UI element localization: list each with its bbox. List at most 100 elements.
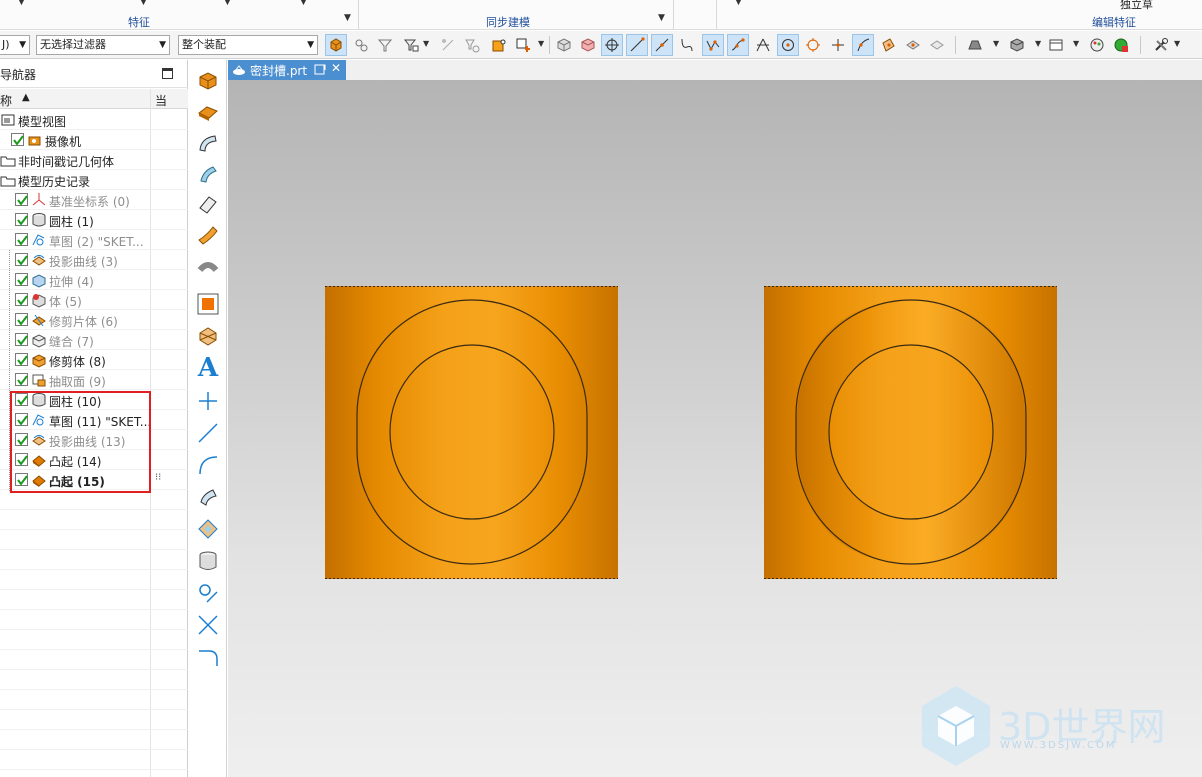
watermark-cube-logo [922,686,990,766]
display-part-button[interactable] [1086,34,1108,56]
origin-filter-icon [465,39,480,53]
checkmark-icon [17,275,28,286]
snap-face-button[interactable] [926,34,948,56]
snap-point-button[interactable] [488,34,510,56]
visibility-checkbox[interactable] [15,193,28,206]
palette-cylinder-button[interactable] [194,547,222,575]
palette-point-button[interactable] [194,387,222,415]
palette-circle-line-button[interactable] [194,579,222,607]
point-on-face-button[interactable] [512,34,534,56]
tree-node[interactable]: 投影曲线 (3) [0,250,188,270]
visibility-checkbox[interactable] [15,313,28,326]
layer-settings-button[interactable] [1110,34,1132,56]
tree-node-label: 模型历史记录 [18,175,91,189]
view-orientation-button[interactable] [1006,34,1028,56]
visibility-checkbox[interactable] [11,133,24,146]
palette-block-button[interactable] [194,67,222,95]
filter-button[interactable] [374,34,396,56]
select-feature-button[interactable] [325,34,347,56]
snap-polyline-button[interactable] [702,34,724,56]
lattice-icon [199,327,217,346]
column-name-header[interactable]: 称 [0,92,12,109]
palette-rectangle-button[interactable] [194,290,222,318]
tree-node[interactable]: 修剪片体 (6) [0,310,188,330]
snap-endpoint-button[interactable] [601,34,623,56]
visibility-checkbox[interactable] [15,293,28,306]
snap-arc-center-button[interactable] [777,34,799,56]
visibility-checkbox[interactable] [15,233,28,246]
show-solid-button[interactable] [553,34,575,56]
tree-node[interactable]: 草图 (2) "SKET... [0,230,188,250]
seal-part-right[interactable] [764,286,1057,579]
snap-intersection-button[interactable] [752,34,774,56]
ruled-surface-icon [199,196,217,214]
fillet-icon [199,650,218,666]
visibility-checkbox[interactable] [15,213,28,226]
document-tab[interactable]: 密封槽.prt ✕ [228,60,346,80]
empty-row [0,630,188,650]
snap-quadrant-button[interactable] [802,34,824,56]
palette-pipe-button[interactable] [194,253,222,281]
palette-cross-button[interactable] [194,611,222,639]
palette-arc-button[interactable] [194,451,222,479]
palette-tube-button[interactable] [194,160,222,188]
seal-groove-outline-left [325,286,618,579]
tree-node[interactable]: 抽取面 (9) [0,370,188,390]
tree-node[interactable]: 基准坐标系 (0) [0,190,188,210]
palette-lattice-button[interactable] [194,322,222,350]
deselect-button[interactable] [437,34,459,56]
palette-extrude-button[interactable] [194,98,222,126]
maximize-icon[interactable] [162,68,173,79]
close-tab-button[interactable]: ✕ [331,61,341,75]
snap-existing-point-button[interactable] [827,34,849,56]
show-wire-button[interactable] [577,34,599,56]
render-style-button[interactable] [964,34,986,56]
tree-node[interactable]: 模型历史记录 [0,170,188,190]
palette-surface-button[interactable] [194,515,222,543]
snap-bounded-grid-button[interactable] [902,34,924,56]
tree-node[interactable]: 拉伸 (4) [0,270,188,290]
tree-node[interactable]: 非时间戳记几何体 [0,150,188,170]
tree-node[interactable]: 圆柱 (1) [0,210,188,230]
tree-node[interactable]: 修剪体 (8) [0,350,188,370]
selection-filter-button[interactable] [400,34,422,56]
watermark-url: WWW.3DSJW.COM [1000,740,1117,751]
palette-through-curves-button[interactable] [194,222,222,250]
column-current-header[interactable]: 当 [155,92,167,109]
tools-button[interactable] [1150,34,1172,56]
palette-text-button[interactable]: A [194,353,222,383]
tree-node[interactable]: 缝合 (7) [0,330,188,350]
tree-node[interactable]: 模型视图 [0,110,188,130]
visibility-checkbox[interactable] [15,273,28,286]
assembly-scope-select[interactable]: 整个装配 ▼ [178,35,318,55]
select-origin-button[interactable] [461,34,483,56]
snap-control-point-button[interactable] [651,34,673,56]
snap-midpoint-button[interactable] [626,34,648,56]
palette-line-button[interactable] [194,419,222,447]
tree-node[interactable]: 摄像机 [0,130,188,150]
palette-ruled-button[interactable] [194,191,222,219]
checkmark-icon [17,295,28,306]
ribbon-group-more-sync-modeling[interactable]: ▼ [658,13,665,23]
visibility-checkbox[interactable] [15,253,28,266]
ribbon-group-more-feature[interactable]: ▼ [344,13,351,23]
tree-node[interactable]: 体 (5) [0,290,188,310]
snap-point-on-surface-button[interactable] [877,34,899,56]
graphics-viewport[interactable]: 3D世界网 WWW.3DSJW.COM [228,80,1202,777]
select-type-combo[interactable]: J) ▼ [0,35,30,55]
visibility-checkbox[interactable] [15,373,28,386]
palette-bounded-plane-button[interactable] [194,483,222,511]
palette-fillet-button[interactable] [194,643,222,671]
empty-row [0,530,188,550]
visibility-checkbox[interactable] [15,333,28,346]
palette-sweep-button[interactable] [194,129,222,157]
visibility-checkbox[interactable] [15,353,28,366]
snap-curve-button[interactable] [676,34,698,56]
select-all-button[interactable] [350,34,372,56]
sort-ascending-icon[interactable]: ▲ [22,92,30,103]
snap-spline-button[interactable] [727,34,749,56]
layout-button[interactable] [1045,34,1067,56]
type-filter-select[interactable]: 无选择过滤器 ▼ [36,35,170,55]
snap-point-on-curve-button[interactable] [852,34,874,56]
seal-part-left[interactable] [325,286,618,579]
